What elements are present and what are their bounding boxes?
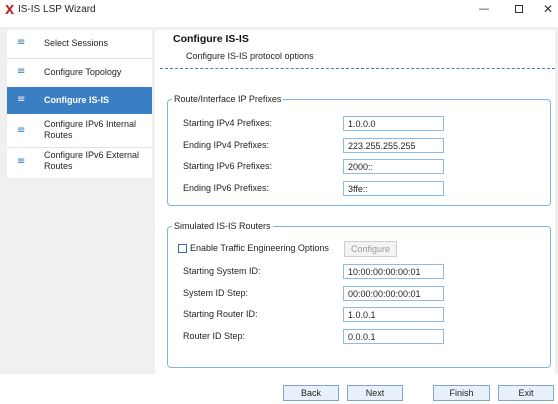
- router-id-step-label: Router ID Step:: [183, 331, 246, 341]
- header-divider: [160, 68, 555, 69]
- sidebar-item-ipv6-external-routes[interactable]: ≡ Configure IPv6 External Routes: [7, 148, 152, 177]
- menu-lines-icon: ≡: [17, 94, 26, 105]
- exit-button[interactable]: Exit: [498, 385, 554, 401]
- wizard-sidebar: ≡ Select Sessions ≡ Configure Topology ≡…: [7, 30, 152, 178]
- ending-ipv6-input[interactable]: [343, 181, 444, 196]
- configure-te-button[interactable]: Configure: [344, 241, 397, 257]
- maximize-icon: [515, 5, 523, 13]
- menu-lines-icon: ≡: [17, 66, 26, 77]
- sidebar-item-label: Configure Topology: [44, 67, 122, 77]
- starting-system-id-input[interactable]: [343, 264, 444, 279]
- starting-ipv4-input[interactable]: [343, 116, 444, 131]
- menu-lines-icon: ≡: [17, 125, 26, 136]
- prefixes-group-legend: Route/Interface IP Prefixes: [172, 94, 284, 104]
- menu-lines-icon: ≡: [17, 37, 26, 48]
- back-button[interactable]: Back: [283, 385, 339, 401]
- traffic-engineering-checkbox[interactable]: [178, 244, 187, 253]
- ending-ipv6-label: Ending IPv6 Prefixes:: [183, 183, 270, 193]
- system-id-step-input[interactable]: [343, 286, 444, 301]
- sidebar-item-label: Configure IS-IS: [44, 95, 109, 105]
- sidebar-item-label: Configure IPv6 External Routes: [44, 150, 140, 171]
- finish-button[interactable]: Finish: [433, 385, 490, 401]
- next-button[interactable]: Next: [347, 385, 403, 401]
- sidebar-item-configure-isis[interactable]: ≡ Configure IS-IS: [7, 87, 152, 114]
- sidebar-item-select-sessions[interactable]: ≡ Select Sessions: [7, 30, 152, 57]
- sidebar-item-label: Select Sessions: [44, 38, 109, 48]
- ending-ipv4-label: Ending IPv4 Prefixes:: [183, 140, 270, 150]
- maximize-button[interactable]: [511, 2, 527, 16]
- minimize-button[interactable]: —: [476, 2, 492, 16]
- routers-group-legend: Simulated IS-IS Routers: [172, 221, 273, 231]
- page-title: Configure IS-IS: [173, 33, 249, 45]
- title-bar: X IS-IS LSP Wizard — ✕: [0, 0, 558, 20]
- starting-system-id-label: Starting System ID:: [183, 266, 261, 276]
- system-id-step-label: System ID Step:: [183, 288, 249, 298]
- sidebar-item-ipv6-internal-routes[interactable]: ≡ Configure IPv6 Internal Routes: [7, 117, 152, 146]
- ending-ipv4-input[interactable]: [343, 138, 444, 153]
- starting-ipv6-input[interactable]: [343, 159, 444, 174]
- router-id-step-input[interactable]: [343, 329, 444, 344]
- starting-router-id-input[interactable]: [343, 307, 444, 322]
- sidebar-item-label: Configure IPv6 Internal Routes: [44, 119, 137, 140]
- window-title: IS-IS LSP Wizard: [18, 4, 96, 15]
- menu-lines-icon: ≡: [17, 156, 26, 167]
- starting-ipv4-label: Starting IPv4 Prefixes:: [183, 118, 273, 128]
- starting-ipv6-label: Starting IPv6 Prefixes:: [183, 161, 273, 171]
- app-logo-icon: X: [5, 3, 15, 17]
- sidebar-item-configure-topology[interactable]: ≡ Configure Topology: [7, 59, 152, 86]
- page-subtitle: Configure IS-IS protocol options: [186, 51, 314, 61]
- traffic-engineering-label: Enable Traffic Engineering Options: [190, 243, 329, 253]
- starting-router-id-label: Starting Router ID:: [183, 309, 258, 319]
- close-button[interactable]: ✕: [540, 2, 556, 16]
